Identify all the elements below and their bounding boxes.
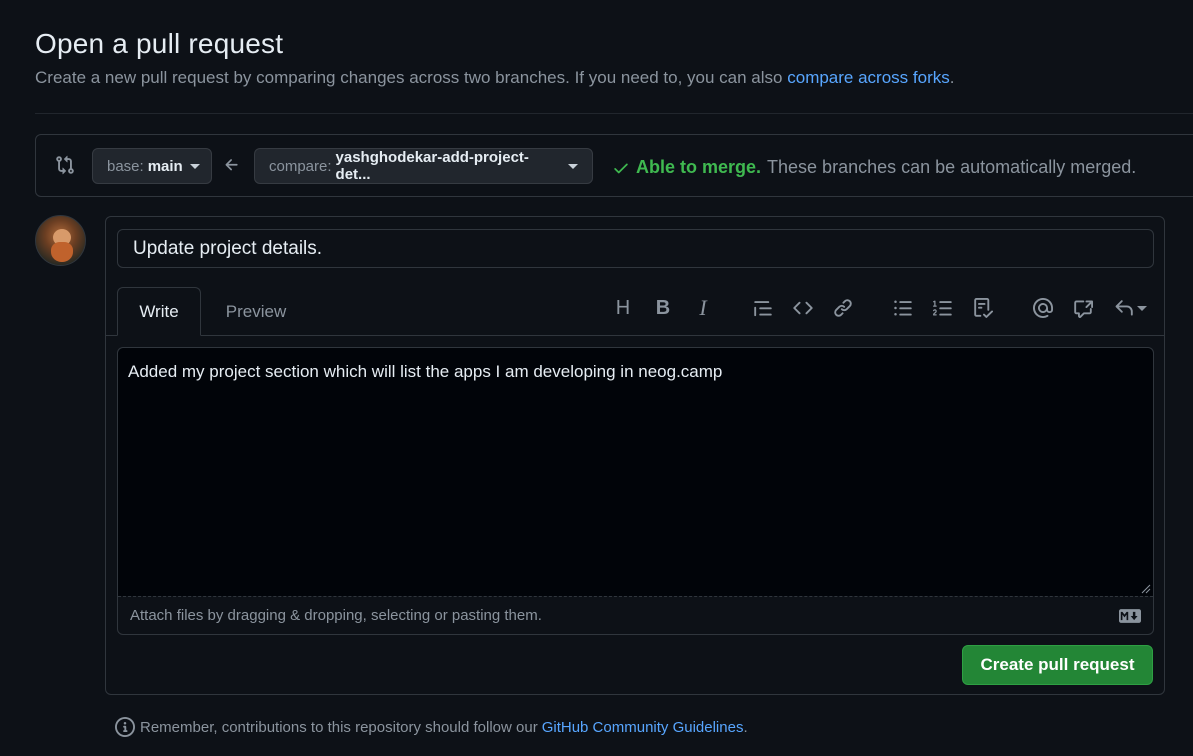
cross-reference-icon [1074,300,1093,318]
merge-status-description: These branches can be automatically merg… [767,157,1137,177]
chevron-down-icon [568,163,578,169]
ordered-list-button[interactable] [930,295,956,321]
contribution-note-end: . [743,718,748,736]
tabs-divider [106,335,1164,336]
unordered-list-button[interactable] [890,295,916,321]
compare-forks-link[interactable]: compare across forks [787,68,950,87]
contribution-note: Remember, contributions to this reposito… [115,717,748,737]
checkbox-icon [974,298,993,318]
subtitle-end: . [949,68,955,87]
bold-button[interactable]: B [650,295,676,321]
list-ordered-icon [933,300,952,316]
compare-branch-key: compare: [269,157,332,175]
resize-handle-icon[interactable] [1141,584,1151,594]
community-guidelines-link[interactable]: GitHub Community Guidelines [542,719,744,736]
page-title: Open a pull request [35,28,284,59]
compare-branch-value: yashghodekar-add-project-det... [335,149,529,183]
markdown-icon[interactable] [1119,609,1141,623]
code-button[interactable] [790,295,816,321]
check-icon [614,163,628,173]
git-compare-icon [56,155,74,175]
contribution-note-text: Remember, contributions to this reposito… [140,718,538,736]
avatar[interactable] [35,215,86,266]
pull-request-form: Write Preview H B I [105,216,1165,695]
heading-button[interactable]: H [610,295,636,321]
avatar-beard [51,242,73,262]
page-subtitle: Create a new pull request by comparing c… [35,68,954,88]
mention-icon [1033,298,1053,318]
tab-write[interactable]: Write [117,287,201,336]
branch-compare-bar: base: main compare: yashghodekar-add-pro… [35,134,1193,197]
file-attachment-bar[interactable]: Attach files by dragging & dropping, sel… [118,596,1153,634]
pr-title-input[interactable] [117,229,1154,268]
subtitle-text: Create a new pull request by comparing c… [35,68,783,87]
create-pull-request-button[interactable]: Create pull request [962,645,1153,685]
quote-button[interactable] [750,295,776,321]
reference-button[interactable] [1070,295,1096,321]
link-icon [834,299,852,317]
list-unordered-icon [894,300,912,316]
mention-button[interactable] [1030,295,1056,321]
quote-icon [754,301,772,317]
chevron-down-icon [1136,305,1147,311]
tab-preview[interactable]: Preview [216,287,296,336]
saved-replies-button[interactable] [1110,295,1150,321]
comment-body-container: Added my project section which will list… [117,347,1154,635]
base-branch-select[interactable]: base: main [92,148,212,184]
pr-body-textarea[interactable]: Added my project section which will list… [118,348,1153,596]
attach-hint: Attach files by dragging & dropping, sel… [130,607,542,624]
task-list-button[interactable] [970,295,996,321]
arrow-left-icon [225,159,238,171]
page-header: Open a pull request Create a new pull re… [35,28,954,88]
reply-icon [1115,300,1133,316]
base-branch-value: main [147,157,183,175]
header-divider [35,113,1193,114]
merge-status-label: Able to merge. [636,157,762,177]
chevron-down-icon [189,163,200,169]
info-icon [115,717,135,737]
italic-button[interactable]: I [690,295,716,321]
link-button[interactable] [830,295,856,321]
code-icon [793,301,813,315]
merge-status: Able to merge. These branches can be aut… [612,157,1136,178]
compare-branch-select[interactable]: compare: yashghodekar-add-project-det... [254,148,593,184]
base-branch-key: base: [107,157,144,175]
